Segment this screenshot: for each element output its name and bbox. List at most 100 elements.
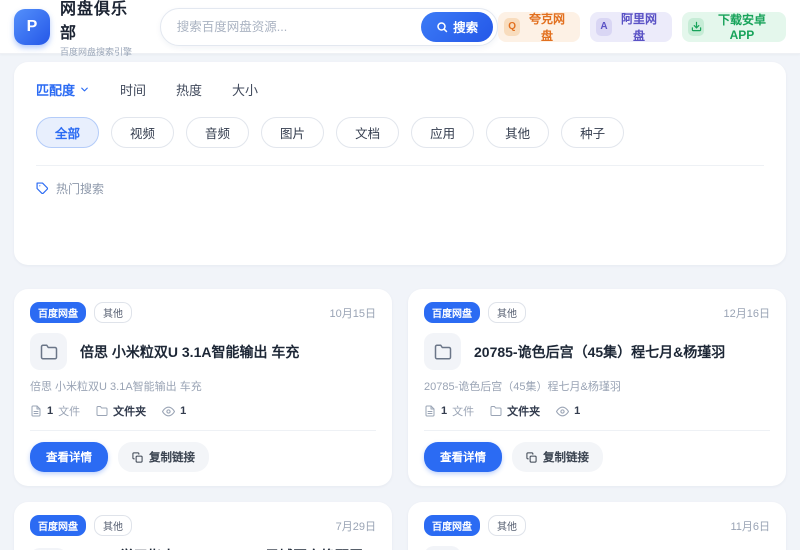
- copy-link-button[interactable]: 复制链接: [512, 442, 603, 472]
- ali-label: 阿里网盘: [621, 11, 658, 43]
- sort-option-time[interactable]: 时间: [120, 80, 146, 99]
- result-card: 百度网盘 其他 12月16日 20785-诡色后宫（45集）程七月&杨瑾羽 20…: [408, 289, 786, 486]
- file-count-stat: 1 文件: [424, 403, 474, 419]
- site-identity: 网盘俱乐部 百度网盘搜索引擎: [60, 0, 138, 58]
- type-tag: 其他: [488, 302, 526, 323]
- tab-audio[interactable]: 音频: [186, 117, 250, 148]
- ali-disk-button[interactable]: A 阿里网盘: [590, 11, 673, 43]
- quark-label: 夸克网盘: [529, 11, 566, 43]
- folder-small-icon: [490, 405, 502, 417]
- folder-small-icon: [96, 405, 108, 417]
- download-app-button[interactable]: 下载安卓APP: [682, 11, 786, 42]
- views-value: 1: [180, 405, 187, 417]
- source-badge: 百度网盘: [424, 302, 480, 323]
- sort-match-label: 匹配度: [36, 83, 76, 98]
- file-count-label: 文件: [58, 406, 81, 418]
- card-date: 12月16日: [723, 307, 770, 320]
- download-icon: [688, 17, 704, 36]
- folder-stat: 文件夹: [96, 403, 146, 419]
- title-row: CCNP学习指南：Clsc_Cisco局域网交换配置技术 19.9M PDF: [30, 546, 376, 550]
- file-count-value: 1: [441, 405, 448, 417]
- eye-icon: [556, 405, 570, 418]
- card-actions: 查看详情 复制链接: [424, 442, 770, 472]
- folder-icon: [424, 333, 461, 370]
- folder-icon: [424, 546, 461, 550]
- sort-option-heat[interactable]: 热度: [176, 80, 202, 99]
- card-date: 10月15日: [329, 307, 376, 320]
- tab-all[interactable]: 全部: [36, 117, 100, 148]
- search-input[interactable]: [176, 19, 422, 34]
- copy-icon: [526, 451, 537, 463]
- result-cards: 百度网盘 其他 10月15日 倍思 小米粒双U 3.1A智能输出 车充 倍思 小…: [14, 289, 786, 550]
- card-divider: [424, 430, 770, 431]
- card-head: 百度网盘 其他 10月15日: [30, 302, 376, 323]
- site-logo[interactable]: P: [14, 8, 50, 45]
- file-count-value: 1: [47, 405, 54, 417]
- type-tag: 其他: [94, 515, 132, 536]
- search-bar: 搜索: [159, 7, 499, 46]
- source-badge: 百度网盘: [30, 302, 86, 323]
- tag-icon: [36, 182, 49, 195]
- folder-icon: [30, 333, 67, 370]
- card-title[interactable]: 倍思 小米粒双U 3.1A智能输出 车充: [80, 342, 299, 362]
- panel-divider: [36, 165, 764, 166]
- header: P 网盘俱乐部 百度网盘搜索引擎 搜索 Q 夸克网盘 A 阿里网盘 下载安卓AP…: [0, 0, 800, 57]
- tab-document[interactable]: 文档: [336, 117, 400, 148]
- copy-link-button[interactable]: 复制链接: [118, 442, 209, 472]
- card-head: 百度网盘 其他 11月6日: [424, 515, 770, 536]
- card-description: 20785-诡色后宫（45集）程七月&杨瑾羽: [424, 381, 621, 393]
- copy-icon: [132, 451, 143, 463]
- sort-option-match[interactable]: 匹配度: [36, 80, 90, 99]
- quark-icon: Q: [504, 17, 520, 36]
- sort-option-size[interactable]: 大小: [232, 80, 258, 99]
- hot-search-row: 热门搜索: [36, 180, 764, 197]
- card-title[interactable]: 20785-诡色后宫（45集）程七月&杨瑾羽: [474, 342, 725, 362]
- view-detail-button[interactable]: 查看详情: [424, 442, 502, 472]
- file-icon: [424, 405, 436, 417]
- filter-panel: 匹配度 时间 热度 大小 全部 视频 音频 图片 文档 应用 其他 种子 热门搜…: [14, 62, 786, 265]
- card-stats: 1 文件 文件夹 1: [30, 403, 376, 419]
- result-card: 百度网盘 其他 10月15日 倍思 小米粒双U 3.1A智能输出 车充 倍思 小…: [14, 289, 392, 486]
- eye-icon: [162, 405, 176, 418]
- card-divider: [30, 430, 376, 431]
- source-badge: 百度网盘: [30, 515, 86, 536]
- view-detail-button[interactable]: 查看详情: [30, 442, 108, 472]
- search-button-label: 搜索: [453, 21, 479, 35]
- sort-row: 匹配度 时间 热度 大小: [36, 80, 764, 99]
- type-tag: 其他: [94, 302, 132, 323]
- file-count-stat: 1 文件: [30, 403, 80, 419]
- card-head: 百度网盘 其他 7月29日: [30, 515, 376, 536]
- folder-stat-label: 文件夹: [113, 406, 147, 418]
- card-actions: 查看详情 复制链接: [30, 442, 376, 472]
- site-title: 网盘俱乐部: [60, 1, 129, 42]
- result-card: 百度网盘 其他 7月29日 CCNP学习指南：Clsc_Cisco局域网交换配置…: [14, 502, 392, 550]
- tab-torrent[interactable]: 种子: [561, 117, 625, 148]
- views-stat: 1: [162, 405, 186, 418]
- file-icon: [30, 405, 42, 417]
- quark-disk-button[interactable]: Q 夸克网盘: [498, 11, 581, 43]
- folder-stat: 文件夹: [490, 403, 540, 419]
- tab-video[interactable]: 视频: [111, 117, 175, 148]
- views-stat: 1: [556, 405, 580, 418]
- card-head: 百度网盘 其他 12月16日: [424, 302, 770, 323]
- search-icon: [436, 21, 448, 33]
- download-app-label: 下载安卓APP: [717, 13, 766, 42]
- card-description: 倍思 小米粒双U 3.1A智能输出 车充: [30, 381, 202, 393]
- tab-app[interactable]: 应用: [411, 117, 475, 148]
- title-row: 倍思 小米粒双U 3.1A智能输出 车充: [30, 333, 376, 370]
- ali-icon: A: [596, 17, 612, 36]
- tab-other[interactable]: 其他: [486, 117, 550, 148]
- folder-stat-label: 文件夹: [507, 406, 541, 418]
- copy-link-label: 复制链接: [149, 452, 195, 464]
- result-card: 百度网盘 其他 11月6日 炽雪七年覆春衫 炽雪七年覆春衫 1 文件: [408, 502, 786, 550]
- card-date: 11月6日: [730, 520, 770, 533]
- tab-image[interactable]: 图片: [261, 117, 325, 148]
- chevron-down-icon: [79, 84, 90, 95]
- card-title[interactable]: CCNP学习指南：Clsc_Cisco局域网交换配置技术 19.9M PDF: [80, 546, 376, 550]
- hot-search-label: 热门搜索: [56, 182, 105, 196]
- file-count-label: 文件: [452, 406, 475, 418]
- title-row: 炽雪七年覆春衫: [424, 546, 770, 550]
- search-button[interactable]: 搜索: [421, 11, 494, 42]
- source-badge: 百度网盘: [424, 515, 480, 536]
- quick-links: Q 夸克网盘 A 阿里网盘 下载安卓APP: [498, 11, 786, 43]
